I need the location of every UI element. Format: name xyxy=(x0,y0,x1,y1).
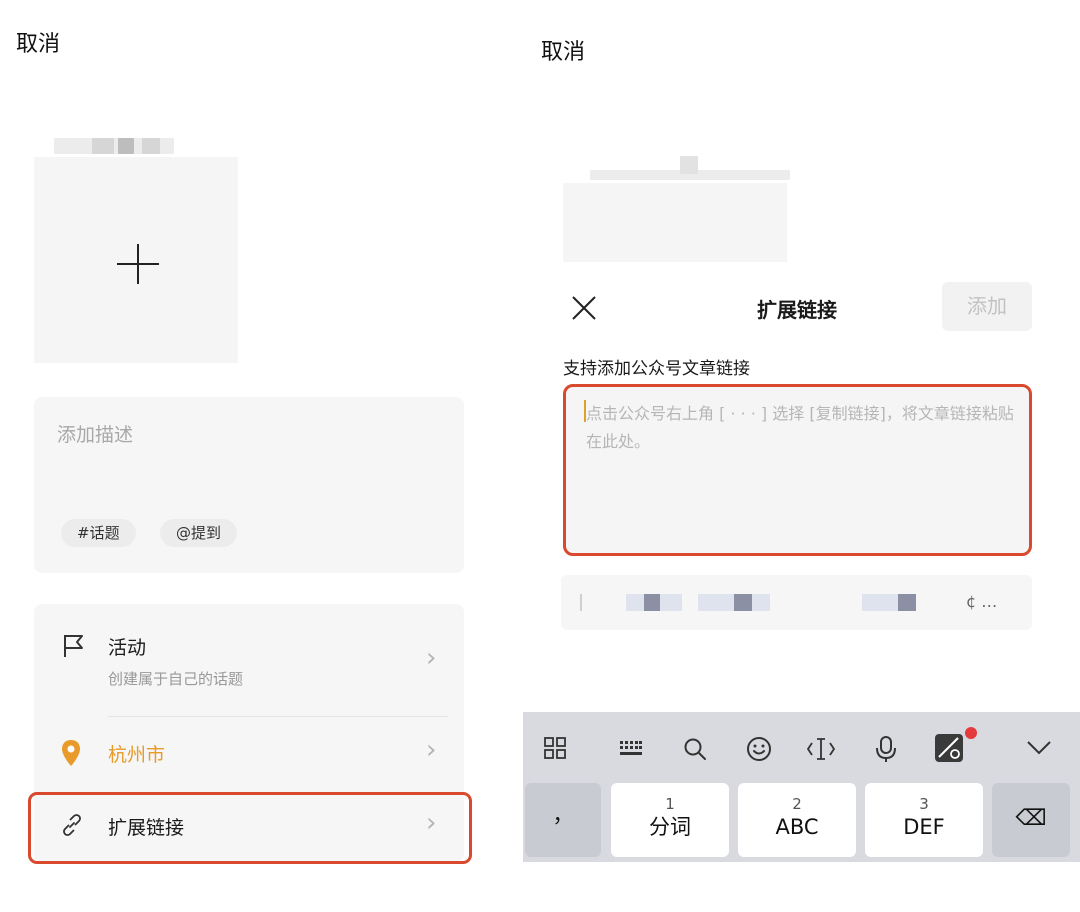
key-1[interactable]: 1 分词 xyxy=(611,783,729,857)
activity-title[interactable]: 活动 xyxy=(108,633,146,660)
chevron-down-icon[interactable] xyxy=(1026,740,1052,756)
chevron-right-icon: › xyxy=(426,735,437,765)
close-icon[interactable] xyxy=(571,295,597,321)
key-2[interactable]: 2 ABC xyxy=(738,783,856,857)
add-media-box[interactable] xyxy=(34,157,238,363)
chevron-right-icon: › xyxy=(426,643,437,673)
location-pin-icon xyxy=(62,740,80,766)
cancel-button[interactable]: 取消 xyxy=(541,34,585,66)
flag-icon xyxy=(64,635,83,657)
media-thumbnail xyxy=(563,183,787,262)
key-comma[interactable]: ， xyxy=(525,783,601,857)
key-number: 1 xyxy=(665,795,675,813)
mention-chip[interactable]: @提到 xyxy=(160,519,238,547)
clipboard-blur xyxy=(644,594,660,611)
key-label: DEF xyxy=(903,815,945,839)
clipboard-blur xyxy=(734,594,752,611)
blurred-title-block xyxy=(142,138,160,154)
key-label: 分词 xyxy=(649,815,691,839)
blurred-title-block xyxy=(92,138,114,154)
activity-subtitle: 创建属于自己的话题 xyxy=(108,670,244,688)
key-3[interactable]: 3 DEF xyxy=(865,783,983,857)
search-icon[interactable] xyxy=(683,737,707,761)
emoji-icon[interactable] xyxy=(746,736,772,762)
clipboard-blur xyxy=(580,594,582,611)
backspace-icon: ⌫ xyxy=(1015,806,1047,831)
description-placeholder: 添加描述 xyxy=(57,424,134,446)
backspace-key[interactable]: ⌫ xyxy=(992,783,1070,857)
location-title[interactable]: 杭州市 xyxy=(108,740,165,767)
clipboard-suffix: ¢ … xyxy=(966,592,998,611)
cancel-button[interactable]: 取消 xyxy=(16,26,60,58)
sticker-icon[interactable] xyxy=(934,733,964,763)
grid-icon[interactable] xyxy=(544,737,566,759)
add-button[interactable]: 添加 xyxy=(942,282,1032,331)
key-label: ， xyxy=(552,803,574,827)
blurred-title-block xyxy=(118,138,134,154)
topic-chip[interactable]: #话题 xyxy=(61,519,136,547)
plus-icon-vertical xyxy=(137,244,139,284)
keyboard-icon[interactable] xyxy=(619,740,643,756)
key-number: 2 xyxy=(792,795,802,813)
blurred-title-block xyxy=(680,156,698,174)
link-input-placeholder: 点击公众号右上角 [ · · · ] 选择 [复制链接]，将文章链接粘贴在此处。 xyxy=(586,404,1014,451)
notification-dot xyxy=(965,727,977,739)
cursor-icon[interactable] xyxy=(806,736,836,762)
key-number: 3 xyxy=(919,795,929,813)
clipboard-blur xyxy=(898,594,916,611)
sheet-title: 扩展链接 xyxy=(757,298,837,322)
microphone-icon[interactable] xyxy=(874,735,898,763)
sheet-subtitle: 支持添加公众号文章链接 xyxy=(563,359,750,379)
key-label: ABC xyxy=(775,815,819,839)
extend-link-highlight[interactable] xyxy=(28,792,472,864)
divider xyxy=(108,716,448,717)
